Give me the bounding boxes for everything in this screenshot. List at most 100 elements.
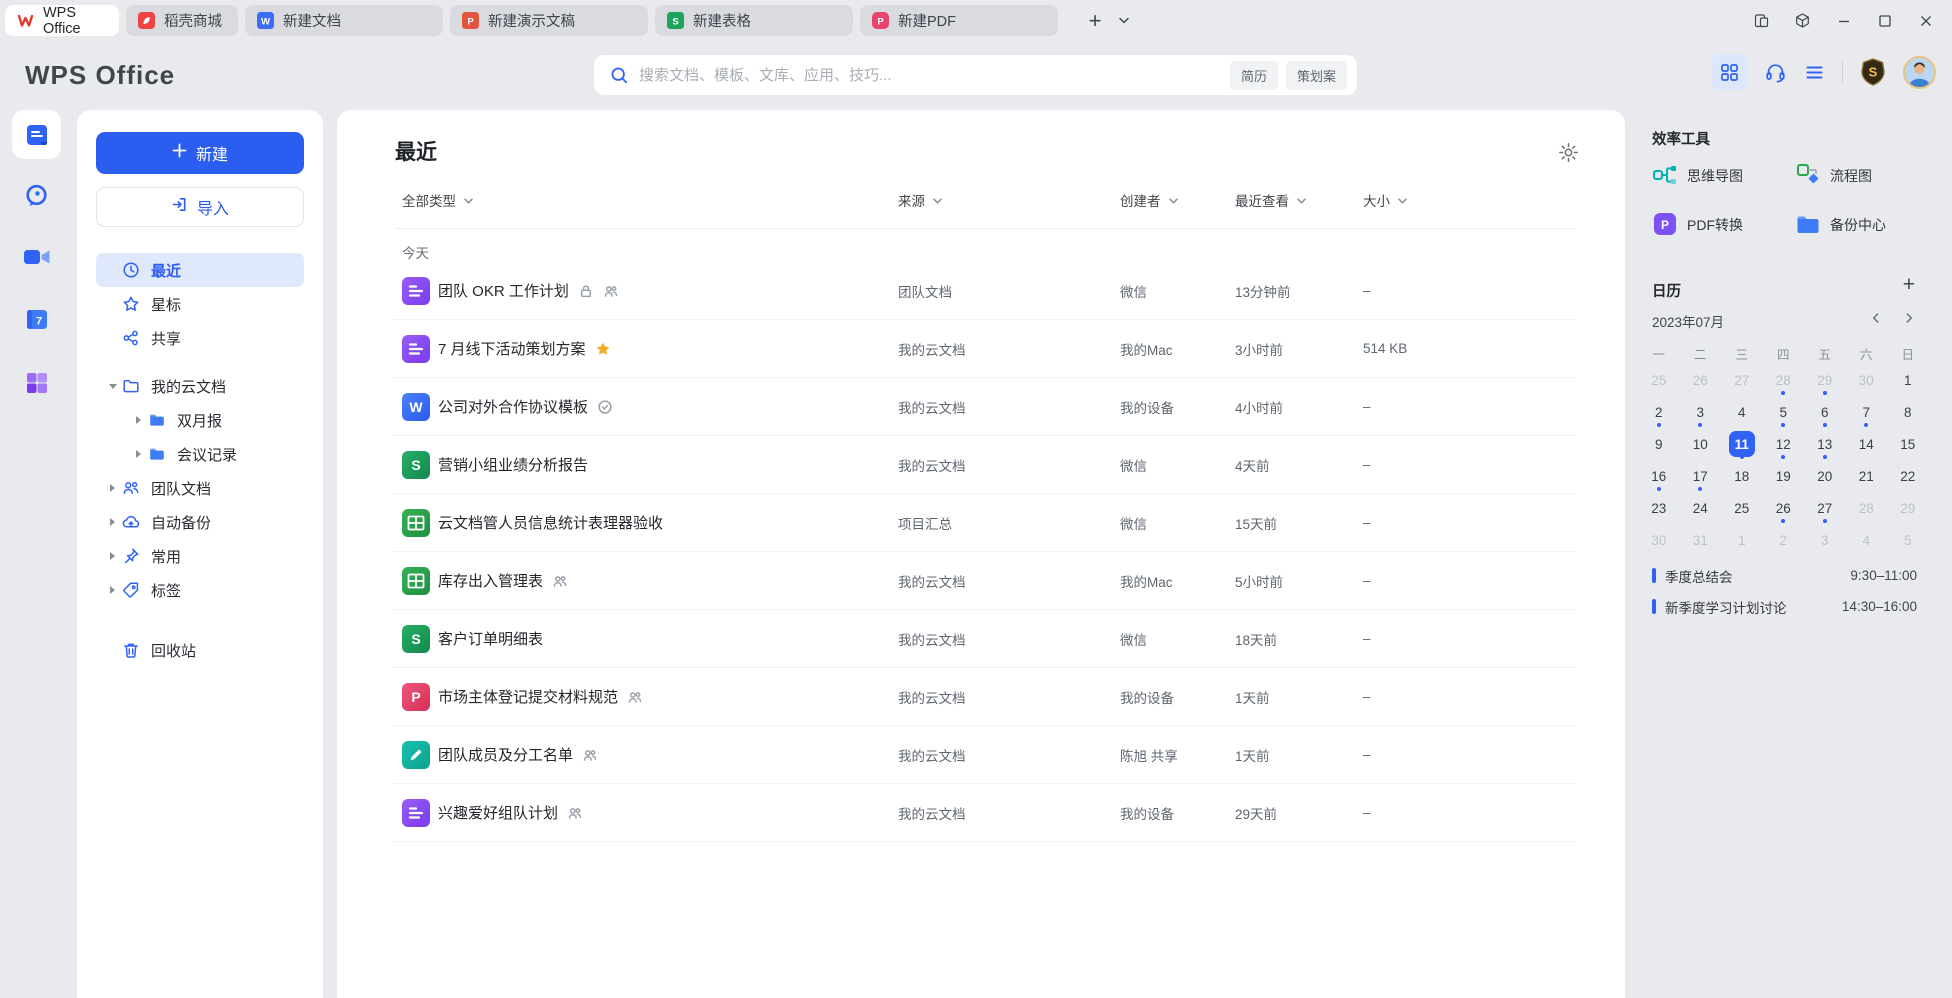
calendar-day[interactable]: 2 — [1763, 524, 1805, 556]
global-menu-icon[interactable] — [1804, 62, 1825, 83]
sidebar-item-frequent[interactable]: 常用 — [96, 539, 304, 573]
expander-right-icon[interactable] — [104, 586, 121, 594]
rail-item-calendar[interactable]: 7 — [0, 306, 73, 337]
calendar-day[interactable]: 26 — [1763, 492, 1805, 524]
rail-item-apps[interactable] — [0, 370, 73, 401]
file-row[interactable]: 兴趣爱好组队计划我的云文档我的设备29天前– — [392, 784, 1575, 842]
calendar-day[interactable]: 31 — [1680, 524, 1722, 556]
sidebar-item-tags[interactable]: 标签 — [96, 573, 304, 607]
apps-grid-button[interactable] — [1711, 54, 1747, 90]
expander-right-icon[interactable] — [104, 518, 121, 526]
mobile-device-icon[interactable] — [1741, 0, 1782, 41]
calendar-day[interactable]: 30 — [1846, 364, 1888, 396]
tool-pdf-convert[interactable]: PPDF转换 — [1652, 211, 1743, 239]
rail-item-meeting[interactable] — [0, 244, 73, 275]
filter-viewed[interactable]: 最近查看 — [1235, 190, 1307, 210]
calendar-day[interactable]: 4 — [1721, 396, 1763, 428]
file-row[interactable]: S客户订单明细表我的云文档微信18天前– — [392, 610, 1575, 668]
file-row[interactable]: P市场主体登记提交材料规范我的云文档我的设备1天前– — [392, 668, 1575, 726]
calendar-day[interactable]: 12 — [1763, 428, 1805, 460]
calendar-day[interactable]: 13 — [1804, 428, 1846, 460]
user-avatar[interactable] — [1903, 56, 1936, 89]
search-tag-resume[interactable]: 简历 — [1230, 61, 1278, 90]
tab-new-doc[interactable]: W新建文档 — [245, 5, 443, 36]
calendar-day-selected[interactable]: 11 — [1721, 428, 1763, 460]
import-button[interactable]: 导入 — [96, 187, 304, 227]
rail-item-documents[interactable] — [0, 121, 73, 154]
calendar-day[interactable]: 28 — [1763, 364, 1805, 396]
file-row[interactable]: W公司对外合作协议模板我的云文档我的设备4小时前– — [392, 378, 1575, 436]
expander-right-icon[interactable] — [130, 416, 147, 424]
calendar-day[interactable]: 1 — [1721, 524, 1763, 556]
filter-creator[interactable]: 创建者 — [1120, 190, 1179, 210]
calendar-day[interactable]: 1 — [1887, 364, 1929, 396]
calendar-day[interactable]: 29 — [1887, 492, 1929, 524]
sidebar-item-starred[interactable]: 星标 — [96, 287, 304, 321]
file-row[interactable]: S营销小组业绩分析报告我的云文档微信4天前– — [392, 436, 1575, 494]
calendar-day[interactable]: 16 — [1638, 460, 1680, 492]
rail-item-chat[interactable] — [0, 182, 73, 214]
calendar-day[interactable]: 21 — [1846, 460, 1888, 492]
calendar-day[interactable]: 23 — [1638, 492, 1680, 524]
search-bar[interactable]: 简历 策划案 — [594, 55, 1357, 95]
sidebar-item-recycle-bin[interactable]: 回收站 — [96, 633, 304, 667]
filter-size[interactable]: 大小 — [1363, 190, 1408, 210]
calendar-event[interactable]: 新季度学习计划讨论14:30–16:00 — [1652, 591, 1917, 622]
tab-new-pdf[interactable]: P新建PDF — [860, 5, 1058, 36]
calendar-next-icon[interactable] — [1900, 309, 1917, 326]
calendar-day[interactable]: 27 — [1721, 364, 1763, 396]
calendar-day[interactable]: 25 — [1638, 364, 1680, 396]
close-button[interactable] — [1905, 0, 1946, 41]
sidebar-item-my-cloud-docs[interactable]: 我的云文档 — [96, 369, 304, 403]
tool-backup-center[interactable]: 备份中心 — [1795, 211, 1886, 239]
sidebar-item-recent[interactable]: 最近 — [96, 253, 304, 287]
sidebar-item-shared[interactable]: 共享 — [96, 321, 304, 355]
calendar-day[interactable]: 19 — [1763, 460, 1805, 492]
calendar-day[interactable]: 20 — [1804, 460, 1846, 492]
tab-wps-home[interactable]: WPS Office — [5, 5, 119, 36]
calendar-day[interactable]: 22 — [1887, 460, 1929, 492]
file-row[interactable]: 团队 OKR 工作计划团队文档微信13分钟前– — [392, 262, 1575, 320]
calendar-day[interactable]: 28 — [1846, 492, 1888, 524]
calendar-day[interactable]: 24 — [1680, 492, 1722, 524]
tool-flowchart[interactable]: 流程图 — [1795, 162, 1872, 190]
search-input[interactable] — [639, 67, 1222, 84]
calendar-day[interactable]: 7 — [1846, 396, 1888, 428]
support-headset-icon[interactable] — [1764, 61, 1787, 84]
tab-list-chevron-icon[interactable] — [1118, 16, 1130, 25]
new-document-button[interactable]: 新建 — [96, 132, 304, 174]
calendar-day[interactable]: 5 — [1887, 524, 1929, 556]
calendar-day[interactable]: 4 — [1846, 524, 1888, 556]
expander-right-icon[interactable] — [104, 484, 121, 492]
calendar-day[interactable]: 18 — [1721, 460, 1763, 492]
file-row[interactable]: 7 月线下活动策划方案我的云文档我的Mac3小时前514 KB — [392, 320, 1575, 378]
expander-down-icon[interactable] — [104, 384, 121, 389]
filter-type[interactable]: 全部类型 — [402, 190, 474, 210]
sidebar-item-auto-backup[interactable]: 自动备份 — [96, 505, 304, 539]
calendar-day[interactable]: 17 — [1680, 460, 1722, 492]
maximize-button[interactable] — [1864, 0, 1905, 41]
new-tab-button[interactable]: + — [1081, 8, 1109, 34]
tab-new-ppt[interactable]: P新建演示文稿 — [450, 5, 648, 36]
calendar-day[interactable]: 25 — [1721, 492, 1763, 524]
workspace-cube-icon[interactable] — [1782, 0, 1823, 41]
calendar-day[interactable]: 15 — [1887, 428, 1929, 460]
calendar-day[interactable]: 29 — [1804, 364, 1846, 396]
minimize-button[interactable] — [1823, 0, 1864, 41]
tool-mindmap[interactable]: 思维导图 — [1652, 162, 1743, 190]
calendar-day[interactable]: 10 — [1680, 428, 1722, 460]
sidebar-item-bimonthly-report[interactable]: 双月报 — [96, 403, 304, 437]
expander-right-icon[interactable] — [104, 552, 121, 560]
calendar-day[interactable]: 2 — [1638, 396, 1680, 428]
tab-new-sheet[interactable]: S新建表格 — [655, 5, 853, 36]
calendar-day[interactable]: 6 — [1804, 396, 1846, 428]
filter-source[interactable]: 来源 — [898, 190, 943, 210]
tab-docer-mall[interactable]: 稻壳商城 — [126, 5, 238, 36]
add-event-button[interactable]: + — [1903, 273, 1915, 297]
calendar-day[interactable]: 14 — [1846, 428, 1888, 460]
calendar-event[interactable]: 季度总结会9:30–11:00 — [1652, 560, 1917, 591]
calendar-day[interactable]: 27 — [1804, 492, 1846, 524]
file-row[interactable]: 团队成员及分工名单我的云文档陈旭 共享1天前– — [392, 726, 1575, 784]
search-tag-proposal[interactable]: 策划案 — [1286, 61, 1347, 90]
expander-right-icon[interactable] — [130, 450, 147, 458]
